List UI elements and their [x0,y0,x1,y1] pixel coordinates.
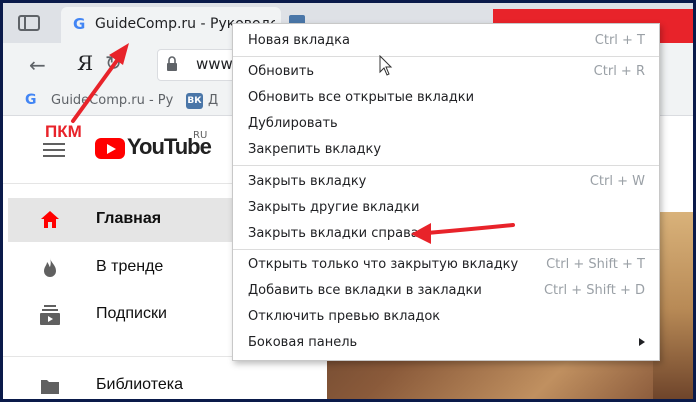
menu-item-shortcut: Ctrl + T [594,33,645,48]
sidebar-item-label: В тренде [96,258,164,275]
menu-icon[interactable] [43,142,65,158]
subscriptions-icon [40,305,60,325]
google-favicon-icon: G [73,15,86,33]
menu-divider [233,249,659,250]
browser-window: G GuideComp.ru - Руководство ← Я ↻ www G… [0,0,696,402]
reload-button[interactable]: ↻ [105,51,122,75]
flame-icon [44,258,56,277]
sidebar-item-label: Главная [96,210,162,227]
menu-item-shortcut: Ctrl + Shift + T [546,257,645,272]
youtube-play-icon [95,138,125,159]
menu-item-disable-tab-preview[interactable]: Отключить превью вкладок [233,304,659,330]
google-favicon-icon: G [25,92,37,108]
menu-item-label: Боковая панель [248,335,358,350]
menu-item-side-panel[interactable]: Боковая панель [233,330,659,356]
home-icon [41,211,59,228]
menu-item-reopen-closed-tab[interactable]: Открыть только что закрытую вкладку Ctrl… [233,252,659,278]
submenu-arrow-icon [639,338,645,346]
tab-context-menu: Новая вкладка Ctrl + T Обновить Ctrl + R… [232,23,660,361]
sidebar-item-library[interactable]: Библиотека [8,364,326,399]
url-text: www [196,55,233,73]
vk-favicon-icon: ВК [186,93,203,109]
menu-item-duplicate[interactable]: Дублировать [233,111,659,137]
menu-item-label: Добавить все вкладки в закладки [248,283,482,298]
sidebar-toggle-icon[interactable] [17,13,41,33]
sidebar-item-label: Подписки [96,305,167,322]
annotation-label: ПКМ [45,122,82,141]
menu-divider [233,56,659,57]
menu-item-close-other-tabs[interactable]: Закрыть другие вкладки [233,195,659,221]
bookmark-guidecomp[interactable]: GuideComp.ru - Ру [51,93,173,108]
menu-item-close-tab[interactable]: Закрыть вкладку Ctrl + W [233,169,659,195]
menu-item-new-tab[interactable]: Новая вкладка Ctrl + T [233,28,659,54]
menu-item-reload-all[interactable]: Обновить все открытые вкладки [233,85,659,111]
region-badge: RU [193,130,208,141]
mouse-cursor-icon [379,55,393,76]
menu-item-close-tabs-right[interactable]: Закрыть вкладки справа [233,221,659,247]
sidebar-item-label: Библиотека [96,376,183,393]
menu-item-label: Новая вкладка [248,33,350,48]
back-button[interactable]: ← [29,53,46,77]
menu-item-label: Обновить все открытые вкладки [248,90,475,105]
menu-item-shortcut: Ctrl + W [589,174,645,189]
menu-item-label: Закрыть другие вкладки [248,200,420,215]
menu-item-label: Закрыть вкладку [248,174,367,189]
menu-item-shortcut: Ctrl + R [593,64,645,79]
menu-item-shortcut: Ctrl + Shift + D [543,283,645,298]
menu-item-label: Закрыть вкладки справа [248,226,419,241]
menu-item-label: Отключить превью вкладок [248,309,441,324]
menu-item-pin-tab[interactable]: Закрепить вкладку [233,137,659,163]
menu-divider [233,165,659,166]
menu-item-label: Обновить [248,64,315,79]
menu-item-reload[interactable]: Обновить Ctrl + R [233,59,659,85]
menu-item-label: Закрепить вкладку [248,142,382,157]
library-icon [41,380,59,394]
lock-icon [167,56,177,71]
menu-item-label: Открыть только что закрытую вкладку [248,257,519,272]
bookmark-vk[interactable]: Д [208,93,218,108]
yandex-logo-icon[interactable]: Я [77,51,93,75]
menu-item-bookmark-all-tabs[interactable]: Добавить все вкладки в закладки Ctrl + S… [233,278,659,304]
menu-item-label: Дублировать [248,116,338,131]
